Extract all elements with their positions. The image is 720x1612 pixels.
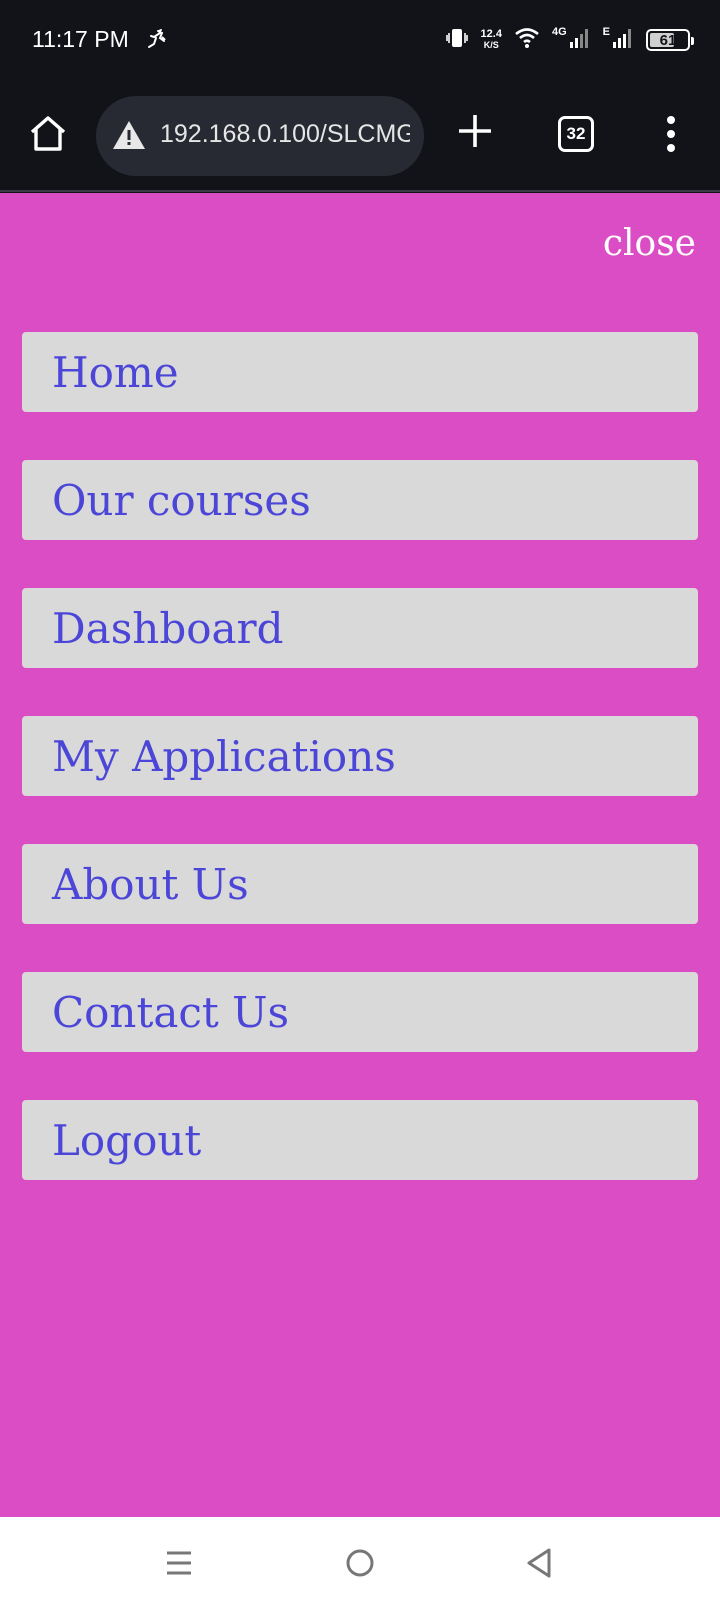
- nav-drawer: close Home Our courses Dashboard My Appl…: [0, 193, 720, 1517]
- menu-item-my-applications[interactable]: My Applications: [22, 716, 698, 796]
- battery-level: 61: [659, 31, 677, 49]
- menu-item-home[interactable]: Home: [22, 332, 698, 412]
- address-bar[interactable]: 192.168.0.100/SLCMG: [96, 96, 424, 176]
- menu-list: Home Our courses Dashboard My Applicatio…: [22, 332, 698, 1228]
- menu-item-dashboard[interactable]: Dashboard: [22, 588, 698, 668]
- status-time: 11:17 PM: [32, 26, 129, 52]
- close-link[interactable]: close: [603, 223, 696, 264]
- recents-icon[interactable]: [164, 1547, 194, 1584]
- status-bar: 11:17 PM 12.4 K/S 4G E 61: [0, 0, 720, 80]
- back-icon[interactable]: [524, 1547, 554, 1584]
- more-icon[interactable]: [664, 114, 678, 159]
- warning-icon[interactable]: [112, 120, 146, 155]
- activity-icon: [146, 28, 168, 55]
- menu-item-logout[interactable]: Logout: [22, 1100, 698, 1180]
- tab-count: 32: [566, 124, 586, 143]
- menu-item-about-us[interactable]: About Us: [22, 844, 698, 924]
- network-type-e: E: [602, 26, 610, 38]
- battery-icon: 61: [646, 29, 694, 51]
- net-speed-value: 12.4: [480, 28, 502, 40]
- net-speed-unit: K/S: [483, 40, 499, 50]
- home-icon[interactable]: [28, 114, 68, 154]
- url-text[interactable]: 192.168.0.100/SLCMG: [160, 120, 410, 149]
- menu-item-our-courses[interactable]: Our courses: [22, 460, 698, 540]
- signal-icon: [569, 27, 591, 54]
- browser-toolbar: 192.168.0.100/SLCMG 32: [0, 80, 720, 192]
- vibrate-icon: [445, 26, 469, 55]
- home-circle-icon[interactable]: [344, 1547, 376, 1584]
- system-nav-bar: [0, 1517, 720, 1612]
- signal-icon-2: [612, 27, 634, 54]
- new-tab-icon[interactable]: [456, 112, 494, 155]
- tabs-icon[interactable]: 32: [558, 116, 594, 152]
- network-type-4g: 4G: [551, 26, 567, 38]
- wifi-icon: [514, 27, 540, 54]
- net-speed: 12.4 K/S: [481, 29, 502, 51]
- menu-item-contact-us[interactable]: Contact Us: [22, 972, 698, 1052]
